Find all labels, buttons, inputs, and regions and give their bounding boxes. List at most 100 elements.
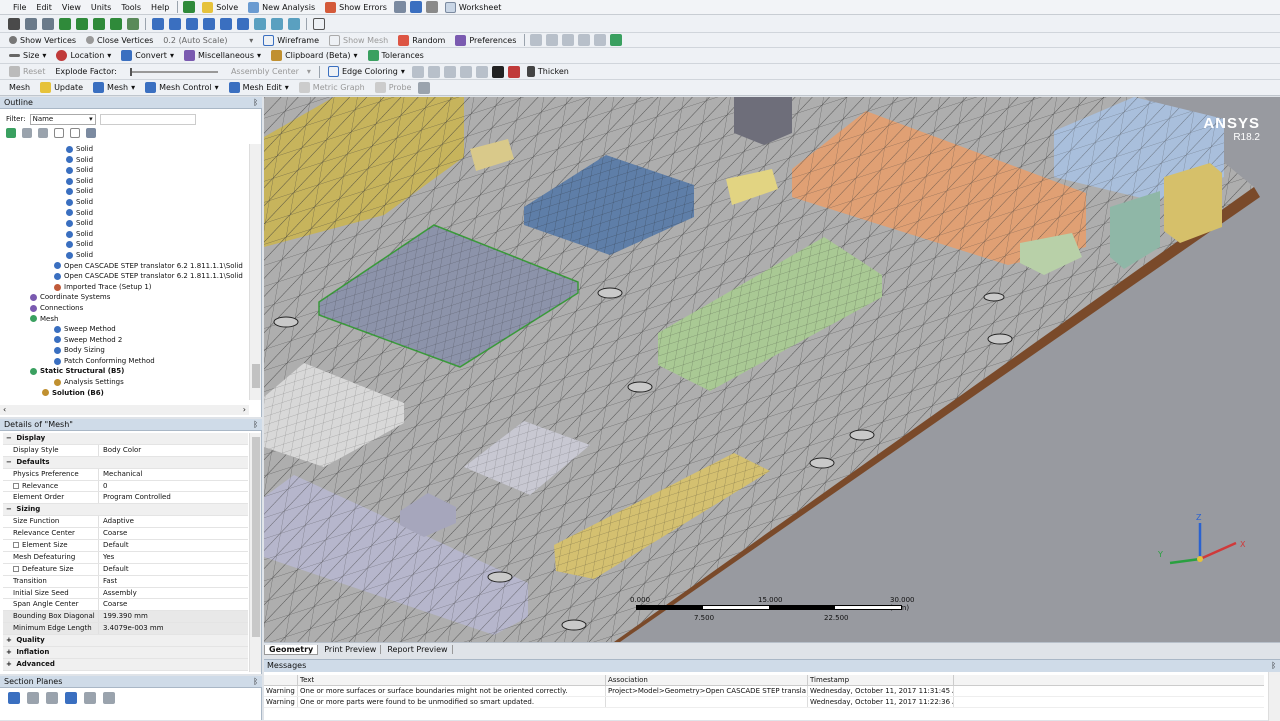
select-body-icon[interactable] bbox=[76, 17, 88, 30]
wireframe-button[interactable]: Wireframe bbox=[258, 33, 324, 47]
zoom-icon[interactable] bbox=[186, 17, 198, 30]
color-icon[interactable] bbox=[507, 65, 520, 78]
details-group[interactable]: + Quality bbox=[3, 635, 248, 648]
thicken-button[interactable]: Thicken bbox=[522, 65, 574, 79]
expand-toggle-icon[interactable]: − bbox=[6, 458, 14, 466]
menu-view[interactable]: View bbox=[57, 0, 86, 14]
rotate-icon[interactable] bbox=[152, 17, 164, 30]
new-section-icon[interactable] bbox=[8, 692, 20, 704]
select-mode-icon[interactable] bbox=[8, 17, 20, 30]
scroll-right-icon[interactable]: › bbox=[243, 405, 246, 415]
cube-icon[interactable] bbox=[610, 34, 623, 46]
details-value[interactable]: Default bbox=[99, 540, 248, 551]
expand-toggle-icon[interactable]: + bbox=[6, 648, 14, 656]
graphics-viewport[interactable]: ANSYS R18.2 0.000 15.000 30.000 (mm) 7.5… bbox=[264, 97, 1280, 642]
details-value[interactable]: 0 bbox=[99, 481, 248, 492]
snap-icon[interactable] bbox=[530, 34, 543, 46]
tree-node[interactable]: Solid bbox=[0, 229, 247, 240]
select-face-icon[interactable] bbox=[59, 17, 71, 30]
next-view-icon[interactable] bbox=[271, 17, 283, 30]
box-select-icon[interactable] bbox=[127, 17, 139, 30]
select-all-icon[interactable] bbox=[110, 17, 122, 30]
tree-node[interactable]: Body Sizing bbox=[0, 345, 247, 356]
previous-view-icon[interactable] bbox=[254, 17, 266, 30]
scroll-left-icon[interactable]: ‹ bbox=[3, 405, 6, 415]
random-colors-button[interactable]: Random bbox=[393, 33, 450, 47]
details-group[interactable]: − Defaults bbox=[3, 456, 248, 469]
size-dropdown[interactable]: Size ▾ bbox=[4, 49, 51, 63]
expand-toggle-icon[interactable]: − bbox=[6, 434, 14, 442]
tree-plus-icon[interactable] bbox=[54, 128, 64, 138]
details-value[interactable]: Coarse bbox=[99, 599, 248, 610]
pin-icon[interactable]: ᛒ bbox=[253, 676, 258, 688]
zoom-fit-icon[interactable] bbox=[220, 17, 232, 30]
probe-option-icon[interactable] bbox=[418, 81, 431, 94]
isometric-icon[interactable] bbox=[288, 17, 300, 30]
location-dropdown[interactable]: Location ▾ bbox=[51, 49, 116, 63]
details-group[interactable]: − Sizing bbox=[3, 504, 248, 517]
details-row[interactable]: Mesh Defeaturing Yes bbox=[3, 551, 248, 564]
pin-icon[interactable]: ᛒ bbox=[253, 97, 258, 109]
select-vertex-icon[interactable] bbox=[25, 17, 37, 30]
tab-report-preview[interactable]: Report Preview bbox=[383, 645, 453, 654]
menu-edit[interactable]: Edit bbox=[31, 0, 57, 14]
details-row[interactable]: Element Order Program Controlled bbox=[3, 492, 248, 505]
tree-node[interactable]: Solid bbox=[0, 208, 247, 219]
explode-factor-slider[interactable] bbox=[129, 67, 218, 76]
tree-refresh-icon[interactable] bbox=[6, 128, 16, 138]
show-mesh-button[interactable]: Show Mesh bbox=[324, 33, 393, 47]
tree-minus-icon[interactable] bbox=[70, 128, 80, 138]
tree-node[interactable]: Solid bbox=[0, 176, 247, 187]
col-text-header[interactable]: Text bbox=[298, 675, 606, 685]
tree-node[interactable]: Open CASCADE STEP translator 6.2 1.811.1… bbox=[0, 271, 247, 282]
show-section-icon[interactable] bbox=[65, 692, 77, 704]
tree-node[interactable]: Sweep Method 2 bbox=[0, 335, 247, 346]
worksheet-button[interactable]: Worksheet bbox=[440, 0, 506, 14]
edge-style-icon[interactable] bbox=[459, 65, 472, 78]
reset-button[interactable]: Reset bbox=[4, 65, 50, 79]
snap-icon[interactable] bbox=[546, 34, 559, 46]
axis-triad[interactable]: Z X Y bbox=[1148, 511, 1258, 581]
miscellaneous-dropdown[interactable]: Miscellaneous ▾ bbox=[179, 49, 266, 63]
details-value[interactable]: Body Color bbox=[99, 445, 248, 456]
details-row[interactable]: Relevance Center Coarse bbox=[3, 528, 248, 541]
pan-icon[interactable] bbox=[169, 17, 181, 30]
details-value[interactable]: Program Controlled bbox=[99, 492, 248, 503]
parameter-checkbox[interactable] bbox=[13, 565, 19, 572]
expand-toggle-icon[interactable]: + bbox=[6, 636, 14, 644]
tree-node[interactable]: Static Structural (B5) bbox=[0, 366, 247, 377]
preferences-button[interactable]: Preferences bbox=[450, 33, 521, 47]
details-value[interactable]: Assembly bbox=[99, 588, 248, 599]
units-icon[interactable] bbox=[393, 1, 406, 13]
edge-coloring-dropdown[interactable]: Edge Coloring ▾ bbox=[323, 65, 410, 79]
tree-node[interactable]: Open CASCADE STEP translator 6.2 1.811.1… bbox=[0, 261, 247, 272]
select-icon[interactable] bbox=[183, 1, 196, 13]
details-value[interactable]: 199.390 mm bbox=[99, 611, 248, 622]
pointer-icon[interactable] bbox=[491, 65, 504, 78]
details-row[interactable]: Span Angle Center Coarse bbox=[3, 599, 248, 612]
capping-icon[interactable] bbox=[84, 692, 96, 704]
messages-vscrollbar[interactable] bbox=[1268, 672, 1280, 721]
tree-node[interactable]: Mesh bbox=[0, 314, 247, 325]
viewport-layout-icon[interactable] bbox=[313, 17, 325, 30]
tree-expand-icon[interactable] bbox=[38, 128, 48, 138]
tree-node[interactable]: Solid bbox=[0, 218, 247, 229]
select-edge-icon[interactable] bbox=[42, 17, 54, 30]
details-row[interactable]: Display Style Body Color bbox=[3, 444, 248, 457]
mesh-model[interactable] bbox=[264, 97, 1280, 642]
parameter-checkbox[interactable] bbox=[13, 482, 19, 489]
update-button[interactable]: Update bbox=[35, 81, 88, 95]
scroll-thumb[interactable] bbox=[252, 437, 260, 637]
outline-hscrollbar[interactable]: ‹ › bbox=[0, 405, 249, 415]
tab-geometry[interactable]: Geometry bbox=[264, 644, 319, 655]
snap-icon[interactable] bbox=[562, 34, 575, 46]
details-vscrollbar[interactable] bbox=[249, 433, 261, 672]
box-zoom-icon[interactable] bbox=[203, 17, 215, 30]
mesh-dropdown[interactable]: Mesh ▾ bbox=[88, 81, 140, 95]
show-vertices-button[interactable]: Show Vertices bbox=[4, 33, 81, 47]
details-row[interactable]: Minimum Edge Length 3.4079e-003 mm bbox=[3, 623, 248, 636]
tree-node[interactable]: Solid bbox=[0, 239, 247, 250]
details-value[interactable]: Adaptive bbox=[99, 516, 248, 527]
menu-tools[interactable]: Tools bbox=[116, 0, 146, 14]
show-errors-button[interactable]: Show Errors bbox=[320, 0, 392, 14]
